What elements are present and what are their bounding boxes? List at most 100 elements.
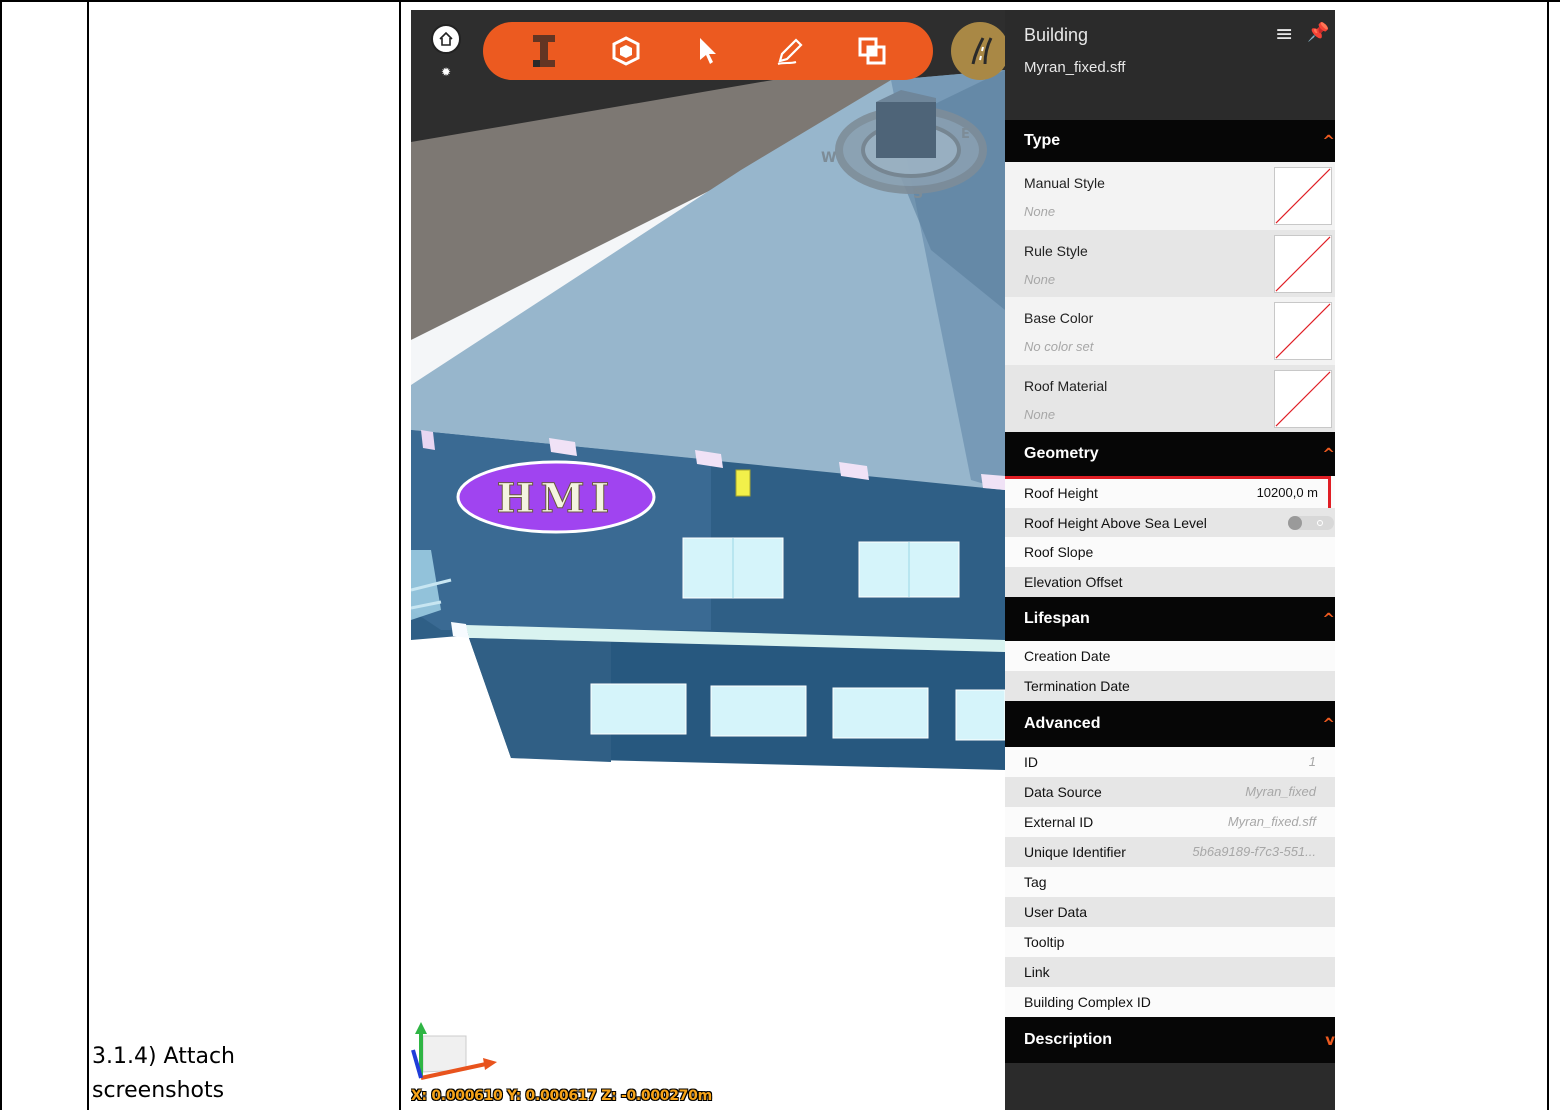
table-divider-1 [87,0,89,1110]
manual-style-swatch[interactable] [1274,167,1332,225]
id-label: ID [1024,754,1038,770]
roof-slope-row[interactable]: Roof Slope [1005,537,1335,567]
manual-style-value: None [1024,204,1056,219]
table-border-right [1547,0,1549,1110]
section-lifespan-title: Lifespan [1024,610,1090,627]
roof-material-label: Roof Material [1024,377,1108,394]
roof-height-above-sea-label: Roof Height Above Sea Level [1024,515,1207,531]
caption-line-1: 3.1.4) Attach [92,1044,235,1069]
table-border-left [0,0,2,1110]
coordinate-readout: X: 0.000610 Y: 0.000617 Z: -0.000270m [411,1088,712,1104]
tooltip-label: Tooltip [1024,934,1065,950]
chevron-up-icon: ^ [1322,715,1335,733]
panel-header: Building Myran_fixed.sff ≡ 📌 [1005,10,1335,120]
advanced-row-tooltip[interactable]: Tooltip [1005,927,1335,957]
panel-file-name: Myran_fixed.sff [1024,59,1126,76]
roof-height-value[interactable]: 10200,0 m [1257,485,1318,500]
section-advanced-header[interactable]: Advanced ^ [1005,701,1335,747]
road-icon [971,37,993,65]
section-geometry-title: Geometry [1024,445,1099,462]
svg-text:S: S [913,186,923,202]
chevron-up-icon: ^ [1322,132,1335,150]
logo-text: HMI [497,475,616,522]
termination-date-row[interactable]: Termination Date [1005,671,1335,701]
cube-tool-icon[interactable] [608,33,644,69]
manual-style-label: Manual Style [1024,175,1105,191]
creation-date-row[interactable]: Creation Date [1005,641,1335,671]
base-color-row[interactable]: Base Color No color set [1005,297,1335,365]
section-description-title: Description [1024,1031,1113,1048]
home-icon [439,31,453,46]
settings-gear-icon[interactable]: ✹ [441,65,451,79]
chevron-up-icon: ^ [1322,445,1335,463]
elevation-offset-label: Elevation Offset [1024,574,1123,590]
home-button[interactable] [431,24,461,54]
elevation-offset-row[interactable]: Elevation Offset [1005,567,1335,597]
advanced-row-unique-identifier[interactable]: Unique Identifier 5b6a9189-f7c3-551... [1005,837,1335,867]
link-label: Link [1024,964,1050,980]
creation-date-label: Creation Date [1024,648,1111,664]
section-advanced-title: Advanced [1024,715,1101,732]
section-geometry-header[interactable]: Geometry ^ [1005,432,1335,476]
manual-style-row[interactable]: Manual Style None [1005,162,1335,230]
menu-icon[interactable]: ≡ [1275,22,1293,47]
rule-style-row[interactable]: Rule Style None [1005,229,1335,297]
id-value: 1 [1308,754,1316,769]
pencil-draw-icon[interactable] [772,33,808,69]
advanced-row-building-complex-id[interactable]: Building Complex ID [1005,987,1335,1017]
section-type-title: Type [1024,132,1061,149]
base-color-label: Base Color [1024,310,1094,326]
3d-viewport[interactable]: W E S HMI ✹ X: 0.000610 Y: 0.000617 Z: -… [411,10,1005,1110]
base-color-swatch[interactable] [1274,302,1332,360]
advanced-row-tag[interactable]: Tag [1005,867,1335,897]
properties-panel: Building Myran_fixed.sff ≡ 📌 Type ^ Manu… [1005,10,1335,1110]
section-type-header[interactable]: Type ^ [1005,120,1335,162]
overlap-tool-icon[interactable] [854,33,890,69]
roof-material-row[interactable]: Roof Material None [1005,364,1335,432]
advanced-row-id[interactable]: ID 1 [1005,747,1335,777]
roof-material-value: None [1024,406,1056,422]
roof-height-above-sea-row[interactable]: Roof Height Above Sea Level [1005,508,1335,537]
external-id-label: External ID [1024,814,1094,830]
table-divider-2 [399,0,401,1110]
section-description-header[interactable]: Description v [1005,1017,1335,1063]
step-caption: 3.1.4) Attach screenshots [92,1040,392,1108]
advanced-row-user-data[interactable]: User Data [1005,897,1335,927]
caption-line-2: screenshots [92,1078,225,1103]
roof-slope-label: Roof Slope [1024,544,1094,560]
road-tool-button[interactable] [951,22,1005,80]
advanced-row-link[interactable]: Link [1005,957,1335,987]
chevron-up-icon: ^ [1322,610,1335,628]
rule-style-swatch[interactable] [1274,234,1332,293]
svg-text:W: W [821,150,836,166]
building-complex-id-label: Building Complex ID [1024,994,1151,1010]
chevron-down-icon: v [1325,1031,1335,1049]
panel-footer [1005,1063,1335,1110]
rule-style-label: Rule Style [1024,242,1088,259]
roof-height-row[interactable]: Roof Height 10200,0 m [1005,476,1335,512]
data-source-label: Data Source [1024,784,1102,800]
table-border-top [0,0,1560,2]
svg-text:E: E [961,127,970,142]
above-sea-level-toggle[interactable] [1288,516,1334,530]
rule-style-value: None [1024,271,1056,287]
advanced-row-data-source[interactable]: Data Source Myran_fixed [1005,777,1335,807]
data-source-value: Myran_fixed [1245,784,1316,799]
user-data-label: User Data [1024,904,1088,920]
roof-material-swatch[interactable] [1274,369,1332,428]
select-cursor-icon[interactable] [690,33,726,69]
building-scene: W E S HMI [411,10,1005,1080]
external-id-value: Myran_fixed.sff [1227,814,1316,829]
unique-identifier-value: 5b6a9189-f7c3-551... [1192,844,1316,859]
building-tool-icon[interactable] [526,33,562,69]
pin-icon[interactable]: 📌 [1307,22,1329,43]
section-lifespan-header[interactable]: Lifespan ^ [1005,597,1335,641]
panel-title: Building [1024,25,1089,45]
unique-identifier-label: Unique Identifier [1024,844,1126,860]
termination-date-label: Termination Date [1024,678,1130,694]
advanced-row-external-id[interactable]: External ID Myran_fixed.sff [1005,807,1335,837]
main-toolbar [483,22,933,80]
roof-height-label: Roof Height [1024,485,1098,501]
base-color-value: No color set [1024,339,1094,354]
tag-label: Tag [1024,874,1047,890]
